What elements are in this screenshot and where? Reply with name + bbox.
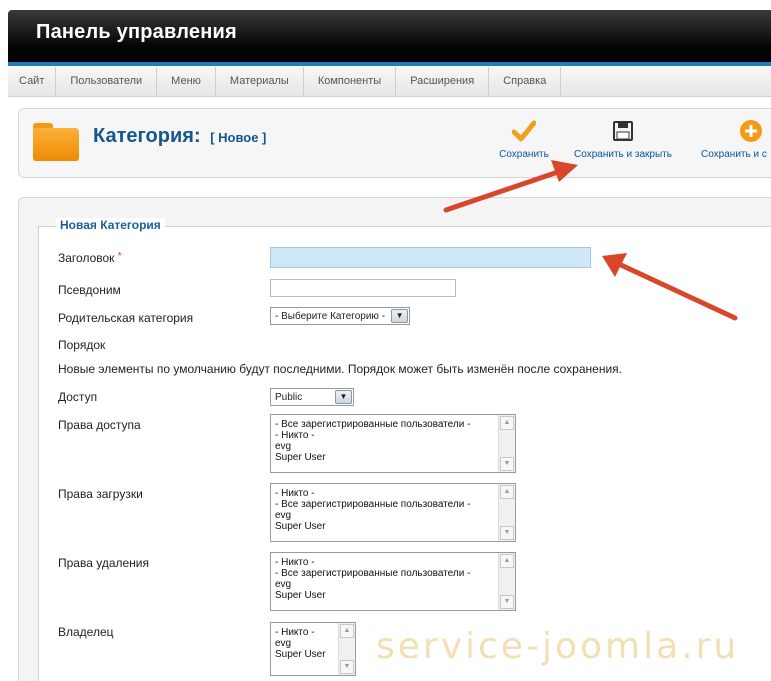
arrow-to-title-input bbox=[602, 253, 738, 321]
screenshot-root: { "header": { "title": "Панель управлени… bbox=[0, 0, 771, 681]
arrow-to-save-and-close bbox=[443, 160, 578, 213]
annotation-arrows bbox=[443, 160, 738, 321]
